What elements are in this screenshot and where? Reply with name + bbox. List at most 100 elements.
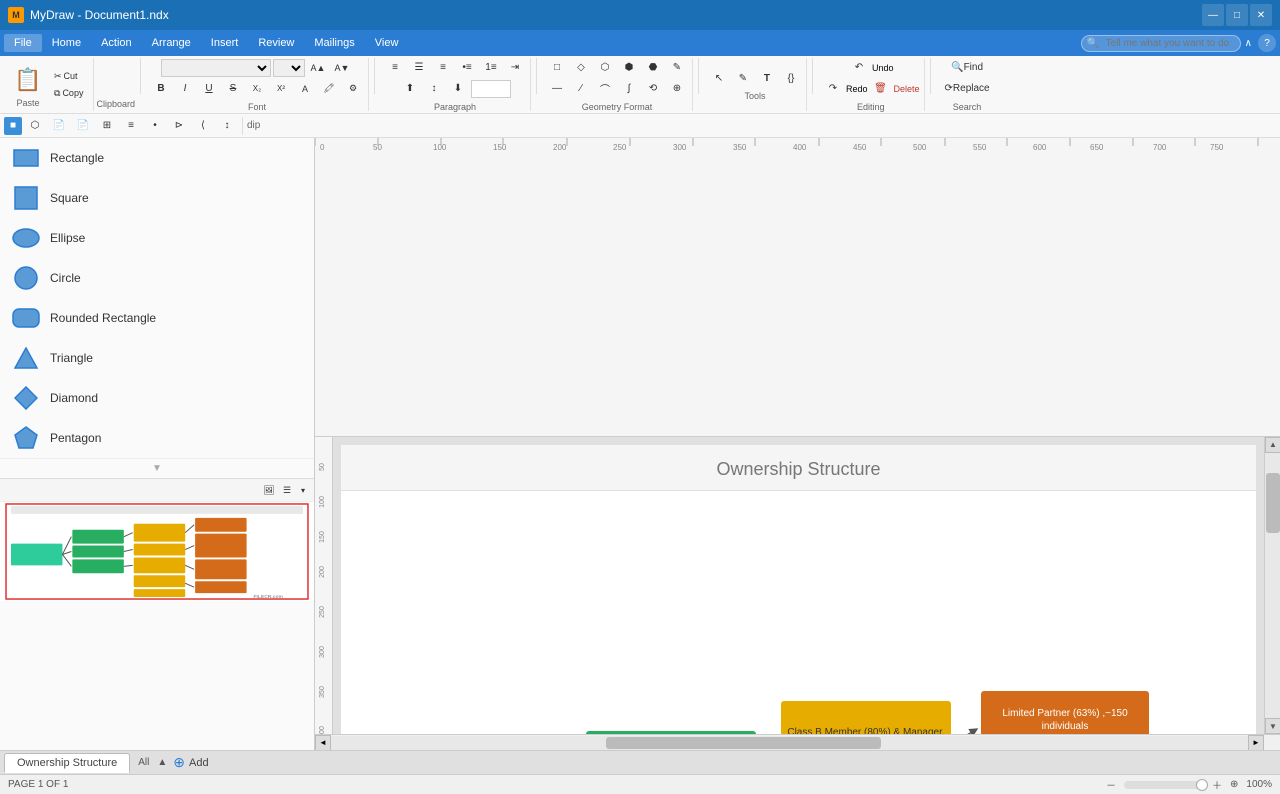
- scroll-left-button[interactable]: ◄: [315, 735, 331, 751]
- vertical-scrollbar[interactable]: ▲ ▼: [1264, 437, 1280, 735]
- zoom-out-icon[interactable]: －: [1106, 777, 1116, 792]
- maximize-button[interactable]: □: [1226, 4, 1248, 26]
- select-tool[interactable]: ↖: [708, 68, 730, 88]
- toolbar-icon3[interactable]: 📄: [48, 116, 70, 136]
- shape-triangle[interactable]: Triangle: [0, 338, 314, 378]
- zoom-in-icon[interactable]: ＋: [1212, 777, 1222, 792]
- toolbar-icon7[interactable]: •: [144, 116, 166, 136]
- numbered-list-button[interactable]: 1≡: [480, 58, 502, 78]
- align-top-button[interactable]: ⬆: [399, 79, 421, 99]
- replace-button[interactable]: ⟳ Replace: [940, 79, 995, 99]
- zoom-slider-track[interactable]: [1124, 781, 1204, 789]
- font-selector[interactable]: [161, 59, 271, 77]
- thumb-btn1[interactable]: 🖼: [260, 481, 278, 499]
- toolbar-icon4[interactable]: 📄: [72, 116, 94, 136]
- bold-button[interactable]: B: [150, 79, 172, 99]
- shape-ellipse[interactable]: Ellipse: [0, 218, 314, 258]
- align-right-button[interactable]: ≡: [432, 58, 454, 78]
- menu-file[interactable]: File: [4, 34, 42, 52]
- scroll-thumb[interactable]: [1266, 473, 1280, 533]
- thumb-dropdown[interactable]: ▾: [296, 481, 310, 499]
- font-size-selector[interactable]: [273, 59, 305, 77]
- geo-btn6[interactable]: ✎: [666, 58, 688, 78]
- help-button[interactable]: ?: [1258, 34, 1276, 52]
- ribbon-expand-button[interactable]: ∧: [1245, 38, 1252, 49]
- subscript-button[interactable]: X₂: [246, 79, 268, 99]
- font-color-button[interactable]: A: [294, 79, 316, 99]
- decrease-font-button[interactable]: A▼: [331, 58, 353, 78]
- tool4[interactable]: {}: [780, 68, 802, 88]
- copy-button[interactable]: ⧉ Copy: [50, 85, 87, 101]
- toolbar-icon8[interactable]: ⊳: [168, 116, 190, 136]
- thumb-btn2[interactable]: ☰: [278, 481, 296, 499]
- diagram-canvas[interactable]: Ownership Structure: [333, 437, 1264, 735]
- scroll-up-button[interactable]: ▲: [1265, 437, 1280, 453]
- toolbar-icon5[interactable]: ⊞: [96, 116, 118, 136]
- tab-ownership-structure[interactable]: Ownership Structure: [4, 753, 130, 773]
- menu-arrange[interactable]: Arrange: [142, 34, 201, 52]
- align-bottom-button[interactable]: ⬇: [447, 79, 469, 99]
- strikethrough-button[interactable]: S: [222, 79, 244, 99]
- geo-btn4[interactable]: ⬢: [618, 58, 640, 78]
- geo-btn3[interactable]: ⬡: [594, 58, 616, 78]
- toolbar-icon2[interactable]: ⬡: [24, 116, 46, 136]
- tab-all-button[interactable]: All: [132, 755, 155, 770]
- tab-add-button[interactable]: ⊕: [173, 754, 185, 771]
- edit-tool[interactable]: ✎: [732, 68, 754, 88]
- menu-home[interactable]: Home: [42, 34, 91, 52]
- menu-mailings[interactable]: Mailings: [304, 34, 364, 52]
- toolbar-icon6[interactable]: ≡: [120, 116, 142, 136]
- superscript-button[interactable]: X²: [270, 79, 292, 99]
- close-button[interactable]: ✕: [1250, 4, 1272, 26]
- shape-diamond[interactable]: Diamond: [0, 378, 314, 418]
- line-btn6[interactable]: ⊕: [666, 79, 688, 99]
- zoom-slider-thumb[interactable]: [1196, 779, 1208, 791]
- line-btn4[interactable]: ∫: [618, 79, 640, 99]
- minimize-button[interactable]: —: [1202, 4, 1224, 26]
- undo-button[interactable]: ↶: [848, 58, 870, 78]
- find-button[interactable]: 🔍 Find: [946, 58, 988, 78]
- menu-view[interactable]: View: [365, 34, 409, 52]
- tab-add-label[interactable]: Add: [189, 757, 209, 769]
- increase-font-button[interactable]: A▲: [307, 58, 329, 78]
- geo-btn5[interactable]: ⬣: [642, 58, 664, 78]
- indent-button[interactable]: ⇥: [504, 58, 526, 78]
- shape-square[interactable]: Square: [0, 178, 314, 218]
- cut-button[interactable]: ✂ Cut: [50, 68, 87, 84]
- paste-button[interactable]: 📋: [10, 62, 46, 98]
- highlight-button[interactable]: 🖍: [318, 79, 340, 99]
- italic-button[interactable]: I: [174, 79, 196, 99]
- h-scroll-thumb[interactable]: [606, 737, 881, 749]
- redo-button[interactable]: ↷: [822, 79, 844, 99]
- menu-action[interactable]: Action: [91, 34, 142, 52]
- line-btn2[interactable]: ∕: [570, 79, 592, 99]
- align-left-button[interactable]: ≡: [384, 58, 406, 78]
- scroll-track[interactable]: [1265, 453, 1280, 719]
- line-btn1[interactable]: —: [546, 79, 568, 99]
- menu-insert[interactable]: Insert: [201, 34, 249, 52]
- text-tool[interactable]: T: [756, 68, 778, 88]
- shape-pentagon[interactable]: Pentagon: [0, 418, 314, 458]
- shape-rounded-rect[interactable]: Rounded Rectangle: [0, 298, 314, 338]
- underline-button[interactable]: U: [198, 79, 220, 99]
- list-button[interactable]: •≡: [456, 58, 478, 78]
- horizontal-scrollbar[interactable]: ◄ ►: [315, 734, 1280, 750]
- h-scroll-track[interactable]: [331, 736, 1248, 750]
- geo-btn1[interactable]: □: [546, 58, 568, 78]
- line-btn3[interactable]: ⌒: [594, 79, 616, 99]
- align-center-button[interactable]: ☰: [408, 58, 430, 78]
- shape-rectangle[interactable]: Rectangle: [0, 138, 314, 178]
- toolbar-icon1[interactable]: ■: [4, 117, 22, 135]
- menu-review[interactable]: Review: [248, 34, 304, 52]
- color-box[interactable]: [471, 80, 511, 98]
- line-btn5[interactable]: ⟲: [642, 79, 664, 99]
- delete-button[interactable]: 🗑: [870, 79, 892, 99]
- scroll-down-button[interactable]: ▼: [1265, 718, 1280, 734]
- geo-btn2[interactable]: ◇: [570, 58, 592, 78]
- font-extra-button[interactable]: ⚙: [342, 79, 364, 99]
- scroll-right-button[interactable]: ►: [1248, 735, 1264, 751]
- toolbar-icon9[interactable]: ⟨: [192, 116, 214, 136]
- toolbar-icon10[interactable]: ↕: [216, 116, 238, 136]
- shape-circle[interactable]: Circle: [0, 258, 314, 298]
- align-mid-button[interactable]: ↕: [423, 79, 445, 99]
